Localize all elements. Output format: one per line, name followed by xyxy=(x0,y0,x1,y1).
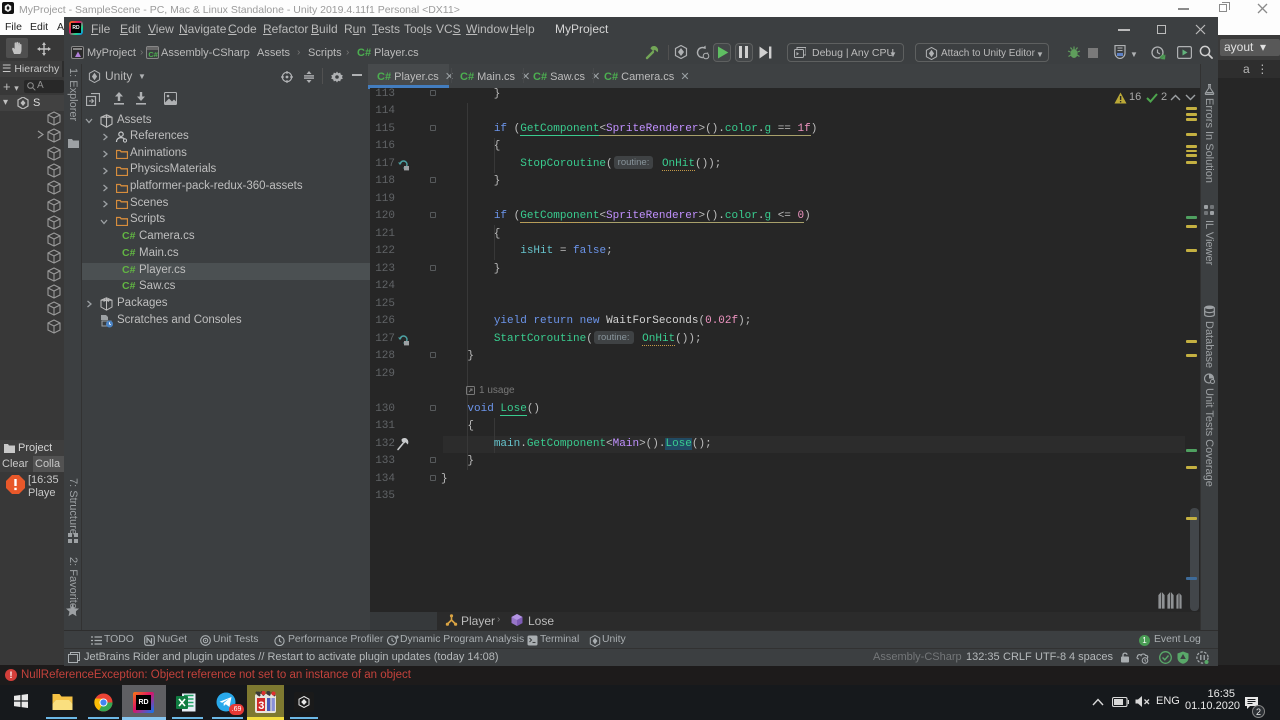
svg-text:3: 3 xyxy=(258,700,264,712)
svg-text:C#: C# xyxy=(148,50,158,59)
